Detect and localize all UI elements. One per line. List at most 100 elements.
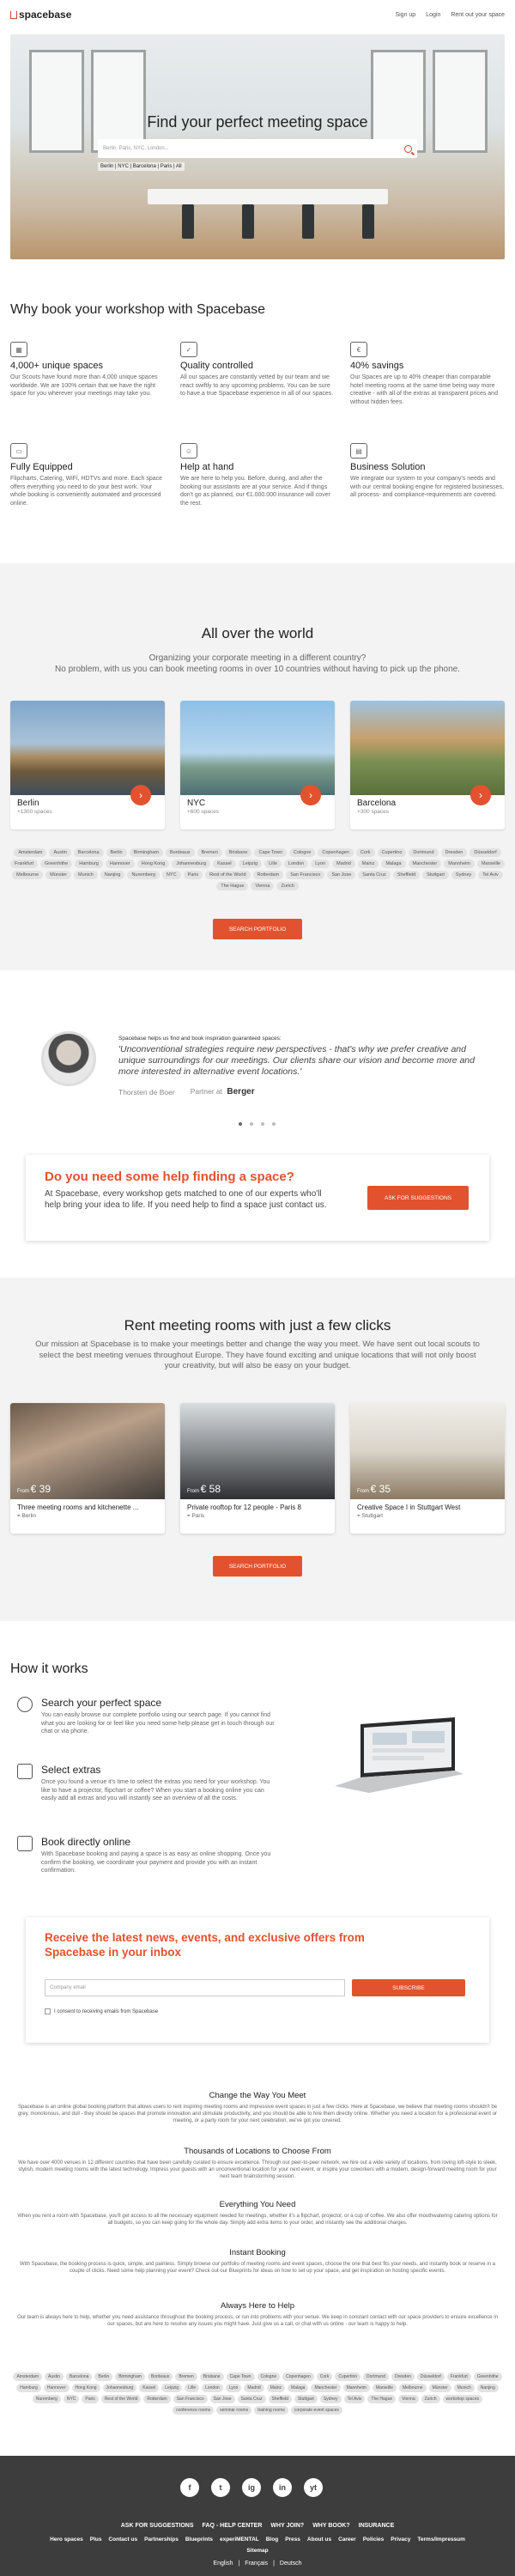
city-tag[interactable]: Birmingham <box>129 848 163 857</box>
email-field[interactable]: Company email <box>45 1979 345 1996</box>
footer-link[interactable]: Contact us <box>108 2537 137 2543</box>
city-tag[interactable]: Madrid <box>244 2384 264 2392</box>
city-tag[interactable]: Stuttgart <box>422 871 449 879</box>
city-tag[interactable]: Mannheim <box>342 2384 370 2392</box>
city-tag[interactable]: Rotterdam <box>252 871 284 879</box>
city-tag[interactable]: Bordeaux <box>165 848 195 857</box>
city-tag[interactable]: Amsterdam <box>14 848 47 857</box>
city-tag[interactable]: Rotterdam <box>143 2395 171 2403</box>
city-tag[interactable]: San Francisco <box>286 871 325 879</box>
city-card-nyc[interactable]: NYC +600 spaces › <box>180 701 335 829</box>
carousel-dot[interactable] <box>250 1122 253 1126</box>
language-link[interactable]: Français <box>245 2561 268 2567</box>
city-tag[interactable]: Paris <box>82 2395 99 2403</box>
city-tag[interactable]: Copenhagen <box>318 848 354 857</box>
footer-link[interactable]: WHY BOOK? <box>312 2523 349 2529</box>
city-tag[interactable]: San Jose <box>327 871 356 879</box>
city-tag[interactable]: NYC <box>63 2395 80 2403</box>
city-tag[interactable]: Münster <box>428 2384 451 2392</box>
carousel-dot[interactable] <box>261 1122 264 1126</box>
city-tag[interactable]: Melbourne <box>398 2384 427 2392</box>
footer-link[interactable]: INSURANCE <box>359 2523 395 2529</box>
city-tag[interactable]: Leipzig <box>161 2384 183 2392</box>
city-tag[interactable]: Rest of the World <box>205 871 251 879</box>
consent-checkbox[interactable] <box>45 2008 51 2014</box>
city-tag[interactable]: San Jose <box>209 2395 235 2403</box>
city-tag[interactable]: Cape Town <box>254 848 287 857</box>
city-tag[interactable]: London <box>283 860 309 868</box>
carousel-dot[interactable] <box>239 1122 242 1126</box>
subscribe-button[interactable]: SUBSCRIBE <box>352 1979 465 1996</box>
footer-link[interactable]: FAQ - HELP CENTER <box>203 2523 263 2529</box>
city-tag[interactable]: Santa Cruz <box>358 871 391 879</box>
city-tag[interactable]: NYC <box>161 871 181 879</box>
city-tag[interactable]: Hong Kong <box>136 860 170 868</box>
city-tag[interactable]: Düsseldorf <box>470 848 501 857</box>
footer-link[interactable]: Hero spaces <box>50 2537 83 2543</box>
footer-link[interactable]: Terms/Impressum <box>417 2537 465 2543</box>
city-tag[interactable]: training rooms <box>254 2406 288 2415</box>
city-tag[interactable]: Berlin <box>94 2372 113 2381</box>
city-tag[interactable]: Lyon <box>225 2384 242 2392</box>
city-tag[interactable]: Kassel <box>213 860 236 868</box>
footer-link[interactable]: experiMENTAL <box>220 2537 259 2543</box>
city-tag[interactable]: Cupertino <box>335 2372 361 2381</box>
arrow-right-icon[interactable]: › <box>300 785 321 805</box>
city-tag[interactable]: Johannesburg <box>102 2384 137 2392</box>
city-tag[interactable]: The Hague <box>216 882 249 890</box>
city-tag[interactable]: Barcelona <box>65 2372 93 2381</box>
city-tag[interactable]: Cupertino <box>377 848 407 857</box>
search-icon[interactable] <box>404 144 412 153</box>
city-tag[interactable]: Cape Town <box>226 2372 255 2381</box>
city-tag[interactable]: Nanjing <box>100 871 125 879</box>
city-tag[interactable]: Malaga <box>381 860 406 868</box>
nav-login[interactable]: Login <box>426 12 440 18</box>
youtube-icon[interactable]: yt <box>304 2478 323 2497</box>
city-tag[interactable]: Frankfurt <box>10 860 39 868</box>
city-tag[interactable]: Austin <box>45 2372 64 2381</box>
city-tag[interactable]: Sydney <box>451 871 476 879</box>
city-tag[interactable]: Rest of the World <box>100 2395 142 2403</box>
language-link[interactable]: English <box>213 2561 233 2567</box>
room-card[interactable]: From € 35 Creative Space I in Stuttgart … <box>350 1403 505 1534</box>
arrow-right-icon[interactable]: › <box>470 785 491 805</box>
city-tag[interactable]: Lille <box>185 2384 200 2392</box>
city-tag[interactable]: workshop spaces <box>442 2395 483 2403</box>
city-tag[interactable]: Cork <box>316 2372 333 2381</box>
city-tag[interactable]: Sydney <box>319 2395 342 2403</box>
city-tag[interactable]: San Francisco <box>173 2395 208 2403</box>
city-tag[interactable]: Madrid <box>331 860 355 868</box>
footer-link[interactable]: Privacy <box>391 2537 410 2543</box>
city-tag[interactable]: Manchester <box>311 2384 341 2392</box>
city-tag[interactable]: Brisbane <box>199 2372 224 2381</box>
city-tag[interactable]: Zurich <box>276 882 299 890</box>
city-tag[interactable]: Münster <box>45 871 72 879</box>
instagram-icon[interactable]: ig <box>242 2478 261 2497</box>
city-tag[interactable]: Mainz <box>266 2384 286 2392</box>
city-tag[interactable]: Nuremberg <box>127 871 160 879</box>
city-tag[interactable]: Nanjing <box>476 2384 499 2392</box>
city-tag[interactable]: Frankfurt <box>446 2372 471 2381</box>
city-tag[interactable]: Lille <box>264 860 282 868</box>
nav-rent-out[interactable]: Rent out your space <box>451 12 505 18</box>
city-tag[interactable]: The Hague <box>367 2395 397 2403</box>
twitter-icon[interactable]: t <box>211 2478 230 2497</box>
city-tag[interactable]: Düsseldorf <box>416 2372 445 2381</box>
city-tag[interactable]: Brisbane <box>224 848 252 857</box>
city-tag[interactable]: Stuttgart <box>294 2395 318 2403</box>
city-tag[interactable]: Amsterdam <box>13 2372 42 2381</box>
footer-link[interactable]: Press <box>285 2537 300 2543</box>
ask-for-suggestions-button[interactable]: ASK FOR SUGGESTIONS <box>367 1186 469 1210</box>
city-tag[interactable]: Cologne <box>257 2372 281 2381</box>
nav-sign-up[interactable]: Sign up <box>395 12 415 18</box>
footer-sitemap-link[interactable]: Sitemap <box>0 2548 515 2554</box>
city-tag[interactable]: Nuremberg <box>32 2395 61 2403</box>
arrow-right-icon[interactable]: › <box>130 785 151 805</box>
city-tag[interactable]: Vienna <box>251 882 275 890</box>
city-tag[interactable]: Bremen <box>175 2372 197 2381</box>
facebook-icon[interactable]: f <box>180 2478 199 2497</box>
footer-link[interactable]: WHY JOIN? <box>270 2523 304 2529</box>
city-tag[interactable]: Bordeaux <box>147 2372 173 2381</box>
city-tag[interactable]: Marseille <box>476 860 505 868</box>
city-tag[interactable]: Bremen <box>197 848 222 857</box>
